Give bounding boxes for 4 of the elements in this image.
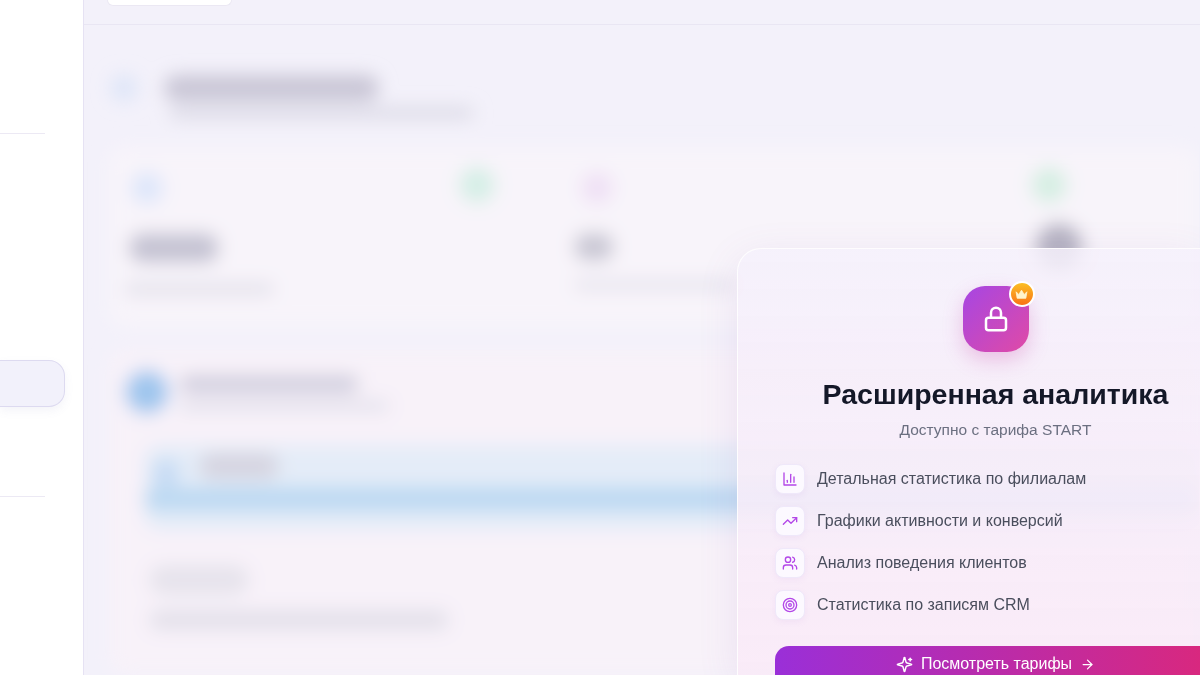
sparkle-icon	[895, 655, 913, 673]
sidebar-active-item[interactable]	[0, 360, 65, 407]
view-plans-button[interactable]: Посмотреть тарифы	[775, 646, 1200, 675]
arrow-right-icon	[1080, 656, 1096, 672]
